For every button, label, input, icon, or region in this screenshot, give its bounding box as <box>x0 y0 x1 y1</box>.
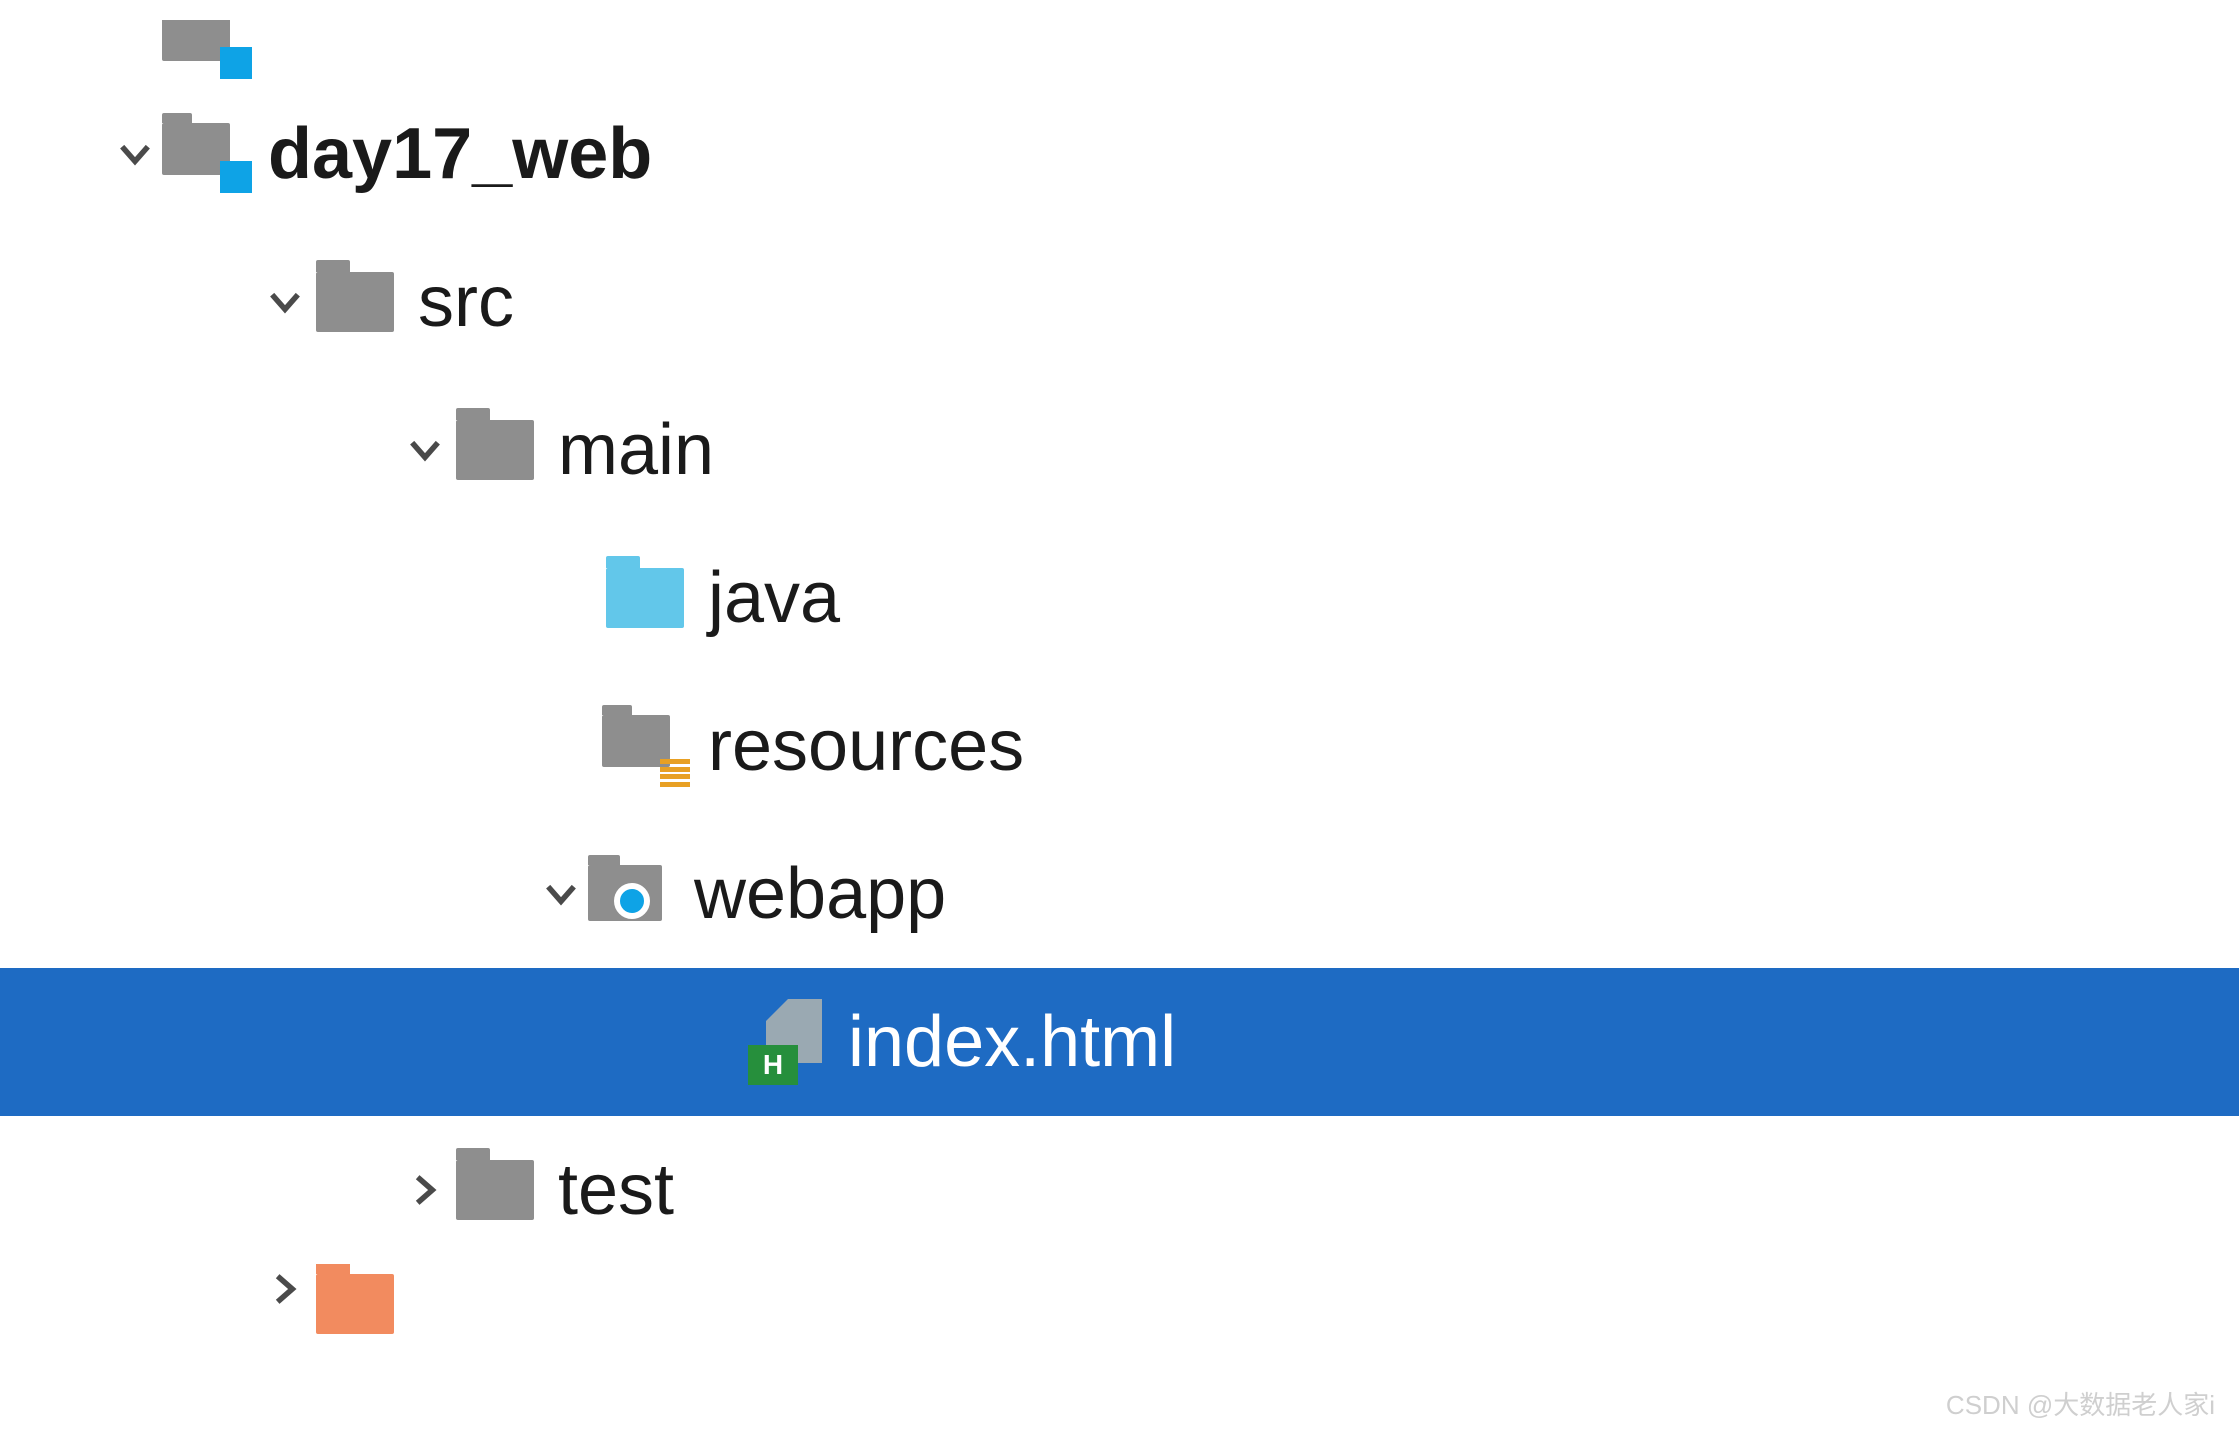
tree-item-src[interactable]: src <box>0 228 2239 376</box>
project-tree: day17_web src main java <box>0 0 2239 1354</box>
folder-icon <box>310 262 400 342</box>
chevron-down-icon[interactable] <box>110 30 160 80</box>
chevron-down-icon[interactable] <box>536 869 586 919</box>
source-folder-icon <box>600 558 690 638</box>
tree-item-label: src <box>418 261 514 343</box>
folder-icon <box>450 410 540 490</box>
chevron-right-icon[interactable] <box>260 1264 310 1314</box>
tree-item-label: test <box>558 1149 674 1231</box>
chevron-down-icon[interactable] <box>400 425 450 475</box>
webapp-folder-icon <box>586 854 676 934</box>
chevron-down-icon[interactable] <box>260 277 310 327</box>
tree-item-label: index.html <box>848 1001 1176 1083</box>
module-folder-icon <box>160 114 250 194</box>
tree-item-resources[interactable]: resources <box>0 672 2239 820</box>
tree-item-main[interactable]: main <box>0 376 2239 524</box>
resources-folder-icon <box>600 706 690 786</box>
tree-item-test[interactable]: test <box>0 1116 2239 1264</box>
tree-item-partial-bottom[interactable] <box>0 1264 2239 1354</box>
tree-item-day17-web[interactable]: day17_web <box>0 80 2239 228</box>
tree-item-label: java <box>708 557 840 639</box>
target-folder-icon <box>310 1264 400 1344</box>
tree-item-label: resources <box>708 705 1024 787</box>
tree-item-webapp[interactable]: webapp <box>0 820 2239 968</box>
tree-item-partial-top[interactable] <box>0 20 2239 80</box>
folder-icon <box>450 1150 540 1230</box>
tree-item-label: webapp <box>694 853 946 935</box>
module-folder-icon <box>160 20 250 80</box>
tree-item-java[interactable]: java <box>0 524 2239 672</box>
chevron-down-icon[interactable] <box>110 129 160 179</box>
chevron-right-icon[interactable] <box>400 1165 450 1215</box>
tree-item-label: main <box>558 409 714 491</box>
tree-item-label: day17_web <box>268 113 652 195</box>
html-file-icon: H <box>740 1002 830 1082</box>
tree-item-index-html[interactable]: H index.html <box>0 968 2239 1116</box>
watermark: CSDN @大数据老人家i <box>1946 1385 2215 1422</box>
